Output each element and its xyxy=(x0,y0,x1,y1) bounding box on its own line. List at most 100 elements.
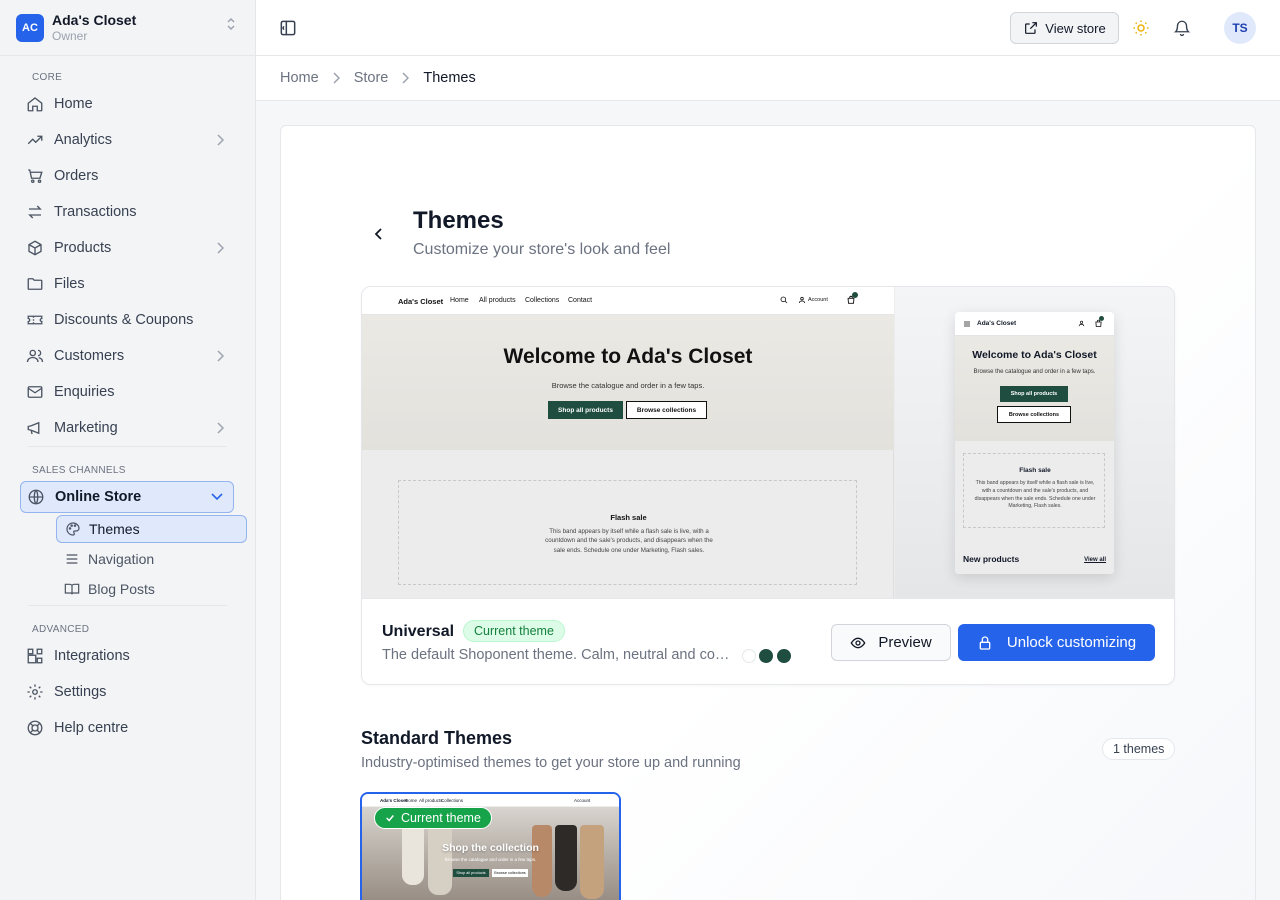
thumb-shop-button: Shop all products xyxy=(453,869,489,877)
sidebar-toggle-icon[interactable] xyxy=(278,18,298,38)
sidebar-subitem-label: Themes xyxy=(89,521,140,537)
preview-brand: Ada's Closet xyxy=(398,297,444,306)
chevron-right-icon xyxy=(216,349,224,363)
preview-nav-link: All products xyxy=(479,297,516,304)
sidebar-item-transactions[interactable]: Transactions xyxy=(20,196,234,228)
sidebar-item-label: Help centre xyxy=(54,720,129,736)
user-icon xyxy=(798,296,806,304)
sidebar-item-label: Marketing xyxy=(54,420,118,436)
themes-count-badge: 1 themes xyxy=(1102,738,1176,760)
chevron-right-icon xyxy=(216,421,224,435)
eye-icon xyxy=(850,635,866,651)
thumb-badge-label: Current theme xyxy=(401,811,481,825)
chevron-right-icon xyxy=(216,241,224,255)
theme-name: Universal xyxy=(382,623,455,640)
sidebar-item-analytics[interactable]: Analytics xyxy=(20,124,234,156)
store-switcher[interactable]: AC Ada's Closet Owner xyxy=(0,0,255,56)
sidebar-item-label: Analytics xyxy=(54,132,113,148)
user-icon xyxy=(1078,320,1085,327)
store-logo: AC xyxy=(16,13,44,42)
sidebar-item-online-store[interactable]: Online Store xyxy=(20,481,234,513)
flash-sale-title: Flash sale xyxy=(1019,467,1051,474)
sidebar-item-help-centre[interactable]: Help centre xyxy=(20,712,234,744)
gear-icon xyxy=(26,683,44,701)
bell-icon[interactable] xyxy=(1173,19,1191,37)
sidebar-item-integrations[interactable]: Integrations xyxy=(20,640,234,672)
cart-dot xyxy=(852,292,858,298)
sidebar-item-files[interactable]: Files xyxy=(20,268,234,300)
chevron-up-down-icon xyxy=(225,16,237,32)
mobile-preview: Ada's Closet Welcome to Ada's Closet Bro… xyxy=(955,312,1114,574)
view-store-button[interactable]: View store xyxy=(1010,12,1119,44)
theme-card-footer: Universal Current theme The default Shop… xyxy=(362,598,1174,684)
unlock-button-label: Unlock customizing xyxy=(1006,634,1137,651)
sidebar-subitem-navigation[interactable]: Navigation xyxy=(56,545,247,573)
chevron-right-icon xyxy=(402,72,410,84)
mobile-brand: Ada's Closet xyxy=(977,320,1017,327)
lock-icon xyxy=(977,635,993,651)
standard-themes-title: Standard Themes xyxy=(361,728,513,748)
sidebar-subitem-label: Navigation xyxy=(88,551,155,567)
section-label-core: CORE xyxy=(32,72,63,83)
sidebar: AC Ada's Closet Owner CORE Home Analytic… xyxy=(0,0,256,900)
sidebar-item-label: Online Store xyxy=(55,489,142,505)
trend-icon xyxy=(26,131,44,149)
sidebar-subitem-blog-posts[interactable]: Blog Posts xyxy=(56,575,247,603)
sidebar-item-customers[interactable]: Customers xyxy=(20,340,234,372)
unlock-customizing-button[interactable]: Unlock customizing xyxy=(958,624,1155,661)
ticket-icon xyxy=(26,311,44,329)
avatar[interactable]: TS xyxy=(1224,12,1256,44)
cart-dot xyxy=(1099,316,1104,321)
chevron-down-icon xyxy=(211,493,223,501)
home-icon xyxy=(26,95,44,113)
sidebar-item-settings[interactable]: Settings xyxy=(20,676,234,708)
sidebar-item-enquiries[interactable]: Enquiries xyxy=(20,376,234,408)
preview-flash-sale: Flash sale This band appears by itself w… xyxy=(398,480,857,585)
mobile-browse-button: Browse collections xyxy=(997,406,1071,423)
section-label-advanced: ADVANCED xyxy=(32,624,90,635)
section-label-sales-channels: SALES CHANNELS xyxy=(32,465,126,476)
flash-sale-text: This band appears by itself while a flas… xyxy=(974,480,1096,510)
sidebar-item-label: Products xyxy=(54,240,112,256)
mobile-hero-text: Browse the catalogue and order in a few … xyxy=(973,369,1096,375)
globe-icon xyxy=(27,488,45,506)
topbar: View store TS xyxy=(256,0,1280,56)
theme-preview: Ada's Closet Home All products Collectio… xyxy=(362,287,1174,598)
breadcrumb-themes: Themes xyxy=(423,70,476,86)
preview-button[interactable]: Preview xyxy=(831,624,951,661)
preview-nav-link: Contact xyxy=(568,297,593,304)
sidebar-item-label: Enquiries xyxy=(54,384,115,400)
preview-hero-title: Welcome to Ada's Closet xyxy=(503,345,753,368)
sidebar-item-label: Discounts & Coupons xyxy=(54,312,194,328)
sidebar-item-marketing[interactable]: Marketing xyxy=(20,412,234,444)
preview-hero-text: Browse the catalogue and order in a few … xyxy=(551,381,705,390)
sidebar-subitem-themes[interactable]: Themes xyxy=(56,515,247,543)
sidebar-item-home[interactable]: Home xyxy=(20,88,234,120)
breadcrumb-home[interactable]: Home xyxy=(280,70,319,86)
breadcrumb: Home Store Themes xyxy=(256,56,1280,101)
mobile-hero: Welcome to Ada's Closet Browse the catal… xyxy=(955,336,1114,441)
menu-icon xyxy=(963,320,971,328)
back-arrow-icon[interactable] xyxy=(371,226,387,242)
divider xyxy=(28,446,227,447)
sidebar-item-discounts[interactable]: Discounts & Coupons xyxy=(20,304,234,336)
current-theme-badge: Current theme xyxy=(463,620,565,642)
view-store-label: View store xyxy=(1045,20,1106,36)
page-title: Themes xyxy=(413,207,504,234)
sidebar-item-label: Orders xyxy=(54,168,99,184)
book-icon xyxy=(64,581,80,597)
sidebar-subitem-label: Blog Posts xyxy=(88,581,155,597)
preview-button-label: Preview xyxy=(878,634,932,651)
sun-icon[interactable] xyxy=(1132,19,1150,37)
theme-thumbnail-universal[interactable]: Ada's Closet Home All products Collectio… xyxy=(360,792,621,900)
palette-icon xyxy=(65,521,81,537)
external-link-icon xyxy=(1023,20,1039,36)
sidebar-item-label: Integrations xyxy=(54,648,130,664)
flash-sale-title: Flash sale xyxy=(610,513,647,522)
preview-nav-link: Collections xyxy=(525,297,560,304)
sidebar-item-orders[interactable]: Orders xyxy=(20,160,234,192)
breadcrumb-store[interactable]: Store xyxy=(354,70,389,86)
theme-description: The default Shoponent theme. Calm, neutr… xyxy=(382,647,732,663)
mobile-flash-sale: Flash sale This band appears by itself w… xyxy=(963,453,1105,528)
sidebar-item-products[interactable]: Products xyxy=(20,232,234,264)
